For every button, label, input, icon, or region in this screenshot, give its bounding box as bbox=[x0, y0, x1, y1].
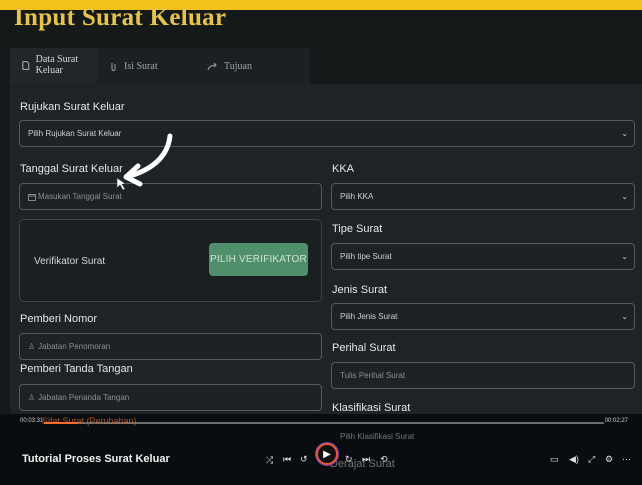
pemberi-nomor-label: Pemberi Nomor bbox=[20, 313, 98, 325]
play-icon: ▶ bbox=[323, 448, 331, 460]
replay-icon[interactable]: ↺ bbox=[300, 454, 308, 465]
tipe-label: Tipe Surat bbox=[332, 223, 383, 235]
more-icon[interactable]: ⋯ bbox=[622, 454, 631, 465]
time-current: 00:03:31 bbox=[20, 418, 44, 424]
chevron-down-icon: ⌄ bbox=[621, 129, 628, 138]
video-player: 00:03:31 00:02:27 Sifat Surat (Perubahan… bbox=[0, 414, 642, 485]
verifikator-box: Verifikator Surat PILIH VERIFIKATOR bbox=[19, 219, 322, 302]
file-icon bbox=[22, 60, 30, 70]
kka-label: KKA bbox=[332, 163, 355, 175]
chevron-down-icon: ⌄ bbox=[621, 192, 628, 201]
tanggal-placeholder: Masukan Tanggal Surat bbox=[38, 192, 122, 201]
chevron-down-icon: ⌄ bbox=[621, 312, 628, 321]
pilih-verifikator-button[interactable]: PILIH VERIFIKATOR bbox=[209, 243, 308, 276]
ghost-label: Sifat Surat (Perubahan) bbox=[42, 416, 137, 426]
jenis-value: Pilih Jenis Surat bbox=[340, 312, 398, 321]
pemberi-ttd-placeholder: Jabatan Penanda Tangan bbox=[38, 393, 130, 402]
user-icon: ♙ bbox=[28, 342, 36, 351]
klasifikasi-label: Klasifikasi Surat bbox=[332, 402, 411, 414]
verifikator-label: Verifikator Surat bbox=[34, 256, 106, 267]
tab-bar: Data Surat Keluar Isi Surat Tujuan bbox=[10, 48, 310, 84]
rujukan-value: Pilih Rujukan Surat Keluar bbox=[28, 129, 122, 138]
shuffle-icon[interactable]: ⤮ bbox=[266, 455, 273, 466]
time-total: 00:02:27 bbox=[604, 418, 628, 424]
paperclip-icon bbox=[111, 62, 116, 71]
pemberi-ttd-input[interactable]: ♙ Jabatan Penanda Tangan bbox=[19, 384, 322, 411]
calendar-icon bbox=[28, 193, 36, 201]
klasifikasi-ghost: Pilih Klasifikasi Surat bbox=[340, 432, 415, 441]
skip-next-icon[interactable]: ⏭ bbox=[362, 454, 370, 465]
perihal-placeholder: Tulis Perihal Surat bbox=[340, 371, 406, 380]
pemberi-nomor-input[interactable]: ♙ Jabatan Penomoran bbox=[19, 333, 322, 360]
tanggal-label: Tanggal Surat Keluar bbox=[20, 163, 123, 175]
share-arrow-icon bbox=[207, 62, 217, 70]
annotation-arrow-icon bbox=[116, 133, 173, 191]
video-title: Tutorial Proses Surat Keluar bbox=[22, 453, 170, 465]
tipe-select[interactable]: Pilih tipe Surat ⌄ bbox=[331, 243, 635, 270]
pemberi-nomor-placeholder: Jabatan Penomoran bbox=[38, 342, 111, 351]
caption-icon[interactable]: ▭ bbox=[550, 454, 559, 465]
kka-select[interactable]: Pilih KKA ⌄ bbox=[331, 183, 635, 210]
tab-label: Isi Surat bbox=[124, 60, 158, 72]
forward-icon[interactable]: ↻ bbox=[345, 454, 353, 465]
volume-icon[interactable]: ◀) bbox=[569, 454, 579, 465]
rujukan-label: Rujukan Surat Keluar bbox=[20, 101, 125, 113]
page-title: Input Surat Keluar bbox=[14, 4, 227, 31]
jenis-select[interactable]: Pilih Jenis Surat ⌄ bbox=[331, 303, 635, 330]
chevron-down-icon: ⌄ bbox=[621, 252, 628, 261]
jenis-label: Jenis Surat bbox=[332, 284, 388, 296]
play-button[interactable]: ▶ bbox=[316, 443, 338, 465]
perihal-input[interactable]: Tulis Perihal Surat bbox=[331, 362, 635, 389]
tab-label: Data Surat Keluar bbox=[35, 54, 79, 76]
skip-previous-icon[interactable]: ⏮ bbox=[283, 454, 291, 465]
tipe-value: Pilih tipe Surat bbox=[340, 252, 392, 261]
tab-data-surat-keluar[interactable]: Data Surat Keluar bbox=[10, 48, 97, 84]
tab-label: Tujuan bbox=[224, 60, 252, 72]
pemberi-ttd-label: Pemberi Tanda Tangan bbox=[20, 363, 133, 375]
fullscreen-icon[interactable]: ⤢ bbox=[588, 454, 595, 465]
tab-isi-surat[interactable]: Isi Surat bbox=[97, 48, 195, 84]
user-icon: ♙ bbox=[28, 393, 36, 402]
perihal-label: Perihal Surat bbox=[332, 342, 396, 354]
repeat-icon[interactable]: ⟲ bbox=[380, 454, 388, 465]
tab-tujuan[interactable]: Tujuan bbox=[195, 48, 310, 84]
kka-value: Pilih KKA bbox=[340, 192, 374, 201]
settings-icon[interactable]: ⚙ bbox=[605, 454, 613, 465]
